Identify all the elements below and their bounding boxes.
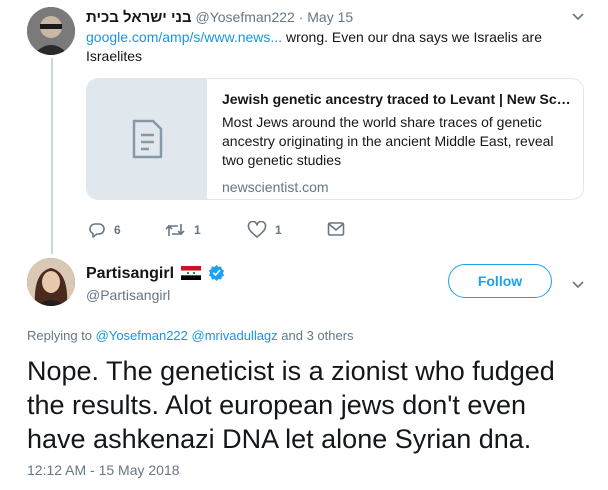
avatar[interactable]	[27, 258, 75, 306]
avatar[interactable]	[27, 7, 75, 55]
verified-badge-icon	[208, 264, 225, 286]
display-name[interactable]: בני ישראל בכית	[86, 9, 192, 26]
heart-icon	[247, 221, 267, 238]
tweet-header: בני ישראל בכית @Yosefman222 · May 15	[86, 9, 353, 26]
card-domain: newscientist.com	[222, 179, 329, 195]
reply-icon	[89, 223, 105, 238]
card-title[interactable]: Jewish genetic ancestry traced to Levant…	[222, 91, 572, 107]
tweet-date[interactable]: May 15	[307, 9, 353, 25]
chevron-down-icon[interactable]	[570, 276, 586, 297]
link-card[interactable]: Jewish genetic ancestry traced to Levant…	[86, 78, 584, 200]
card-thumbnail	[87, 79, 207, 199]
user-handle[interactable]: @Partisangirl	[86, 287, 170, 303]
separator: ·	[298, 9, 304, 25]
display-name[interactable]: Partisangirl	[86, 265, 174, 282]
replying-suffix[interactable]: and 3 others	[278, 328, 353, 343]
thread-connector	[51, 58, 53, 254]
retweet-icon	[165, 224, 185, 236]
retweet-count: 1	[194, 223, 201, 237]
retweet-action[interactable]: 1	[164, 221, 201, 239]
card-description: Most Jews around the world share traces …	[222, 114, 554, 168]
avatar-image	[27, 7, 75, 55]
replying-prefix: Replying to	[27, 328, 96, 343]
follow-button[interactable]: Follow	[448, 264, 552, 298]
replying-to: Replying to @Yosefman222 @mrivadullagz a…	[27, 328, 354, 343]
tweet-text: google.com/amp/s/www.news... wrong. Even…	[86, 28, 586, 66]
user-handle[interactable]: @Yosefman222	[195, 9, 294, 25]
reply-action[interactable]: 6	[88, 221, 121, 239]
tweet-text-part: wrong. Even our dna says we Israelis are	[282, 29, 542, 45]
document-icon	[132, 119, 163, 159]
tweet-text: Nope. The geneticist is a zionist who fu…	[27, 356, 555, 454]
message-action[interactable]	[327, 221, 345, 237]
replying-users[interactable]: @Yosefman222 @mrivadullagz	[96, 328, 278, 343]
tweet-link[interactable]: google.com/amp/s/www.news...	[86, 29, 282, 45]
like-action[interactable]: 1	[247, 221, 282, 239]
chevron-down-icon[interactable]	[570, 8, 586, 27]
syria-flag-icon	[181, 266, 202, 285]
avatar-image	[27, 258, 75, 306]
like-count: 1	[275, 223, 282, 237]
envelope-icon	[327, 222, 345, 236]
tweet-timestamp[interactable]: 12:12 AM - 15 May 2018	[27, 462, 180, 478]
tweet-text-line2: Israelites	[86, 48, 143, 64]
reply-count: 6	[114, 223, 121, 237]
tweet-author: Partisangirl	[86, 264, 225, 286]
